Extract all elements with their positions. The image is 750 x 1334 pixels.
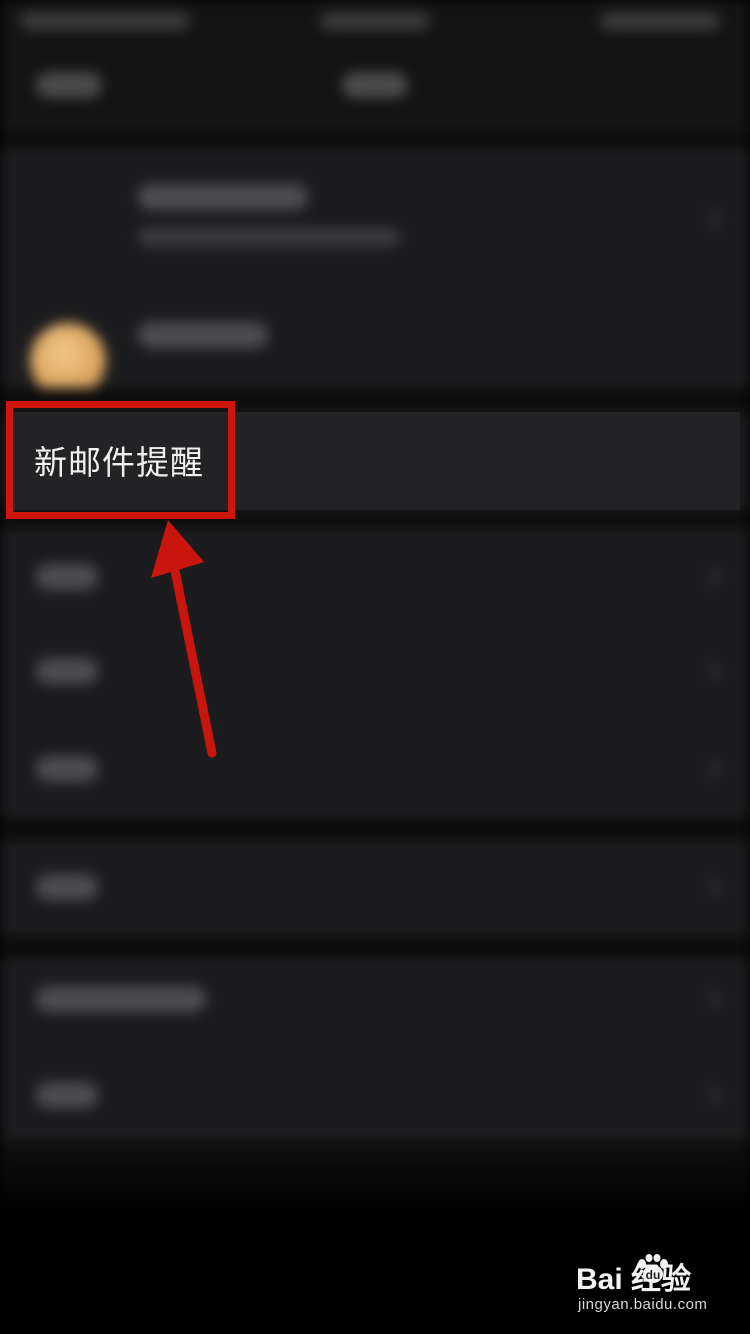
highlight-box [6, 401, 235, 519]
paw-icon: du [638, 1254, 668, 1283]
status-bar [0, 0, 750, 50]
account-group [0, 148, 750, 502]
list-item[interactable] [36, 1082, 98, 1108]
watermark-brand: Bai 经验 [576, 1263, 692, 1296]
settings-group-2 [0, 840, 750, 936]
blurred-background [0, 0, 750, 1334]
arrow-annotation [151, 520, 217, 758]
list-item[interactable] [36, 658, 98, 684]
svg-text:du: du [646, 1268, 661, 1282]
list-item[interactable] [36, 564, 98, 590]
list-item[interactable] [36, 756, 98, 782]
watermark-url: jingyan.baidu.com [578, 1296, 708, 1313]
list-item[interactable] [36, 874, 98, 900]
back-button[interactable] [36, 72, 102, 98]
nav-bar [0, 50, 750, 132]
settings-group-1 [0, 528, 750, 818]
settings-group-3 [0, 958, 750, 1140]
list-item[interactable] [36, 986, 206, 1012]
page-title [342, 72, 408, 98]
baidu-jingyan-watermark: Bai 经验 du jingyan.baidu.com [576, 1248, 746, 1324]
